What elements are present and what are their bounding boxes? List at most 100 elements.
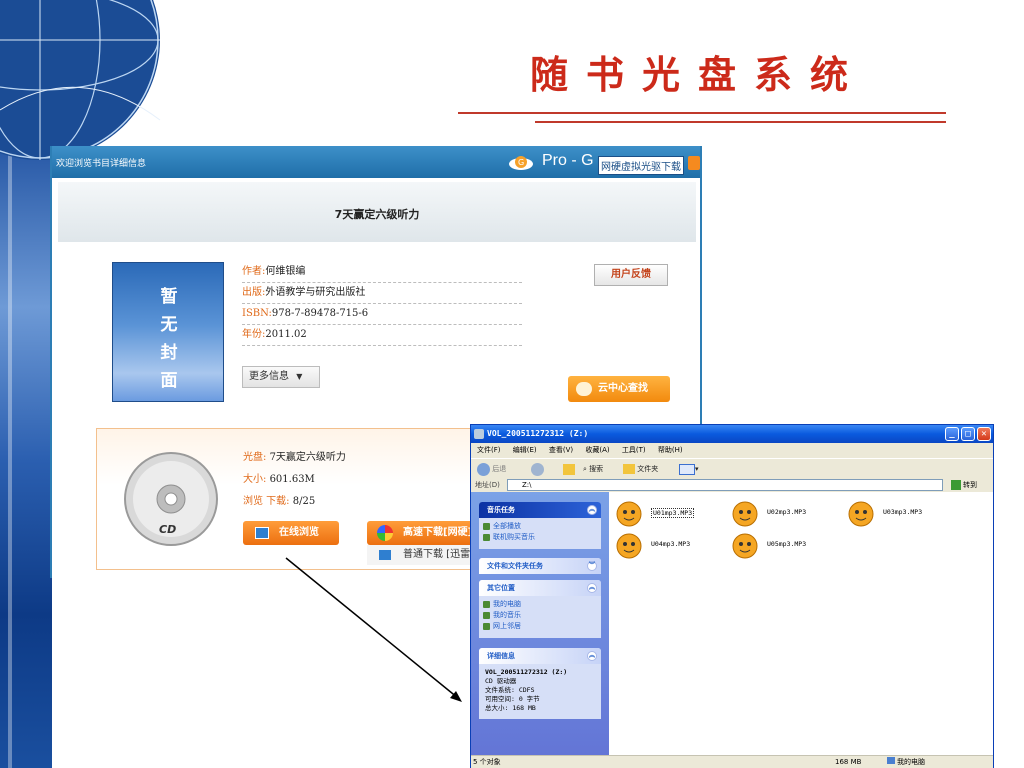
menu-bar: 文件(F) 编辑(E) 查看(V) 收藏(A) 工具(T) 帮助(H) xyxy=(471,443,993,458)
fast-download-icon xyxy=(377,525,393,541)
mp3-file-icon xyxy=(732,501,758,527)
file-item[interactable]: U05mp3.MP3 xyxy=(731,532,851,562)
info-value: 何维银编 xyxy=(265,266,306,277)
close-button[interactable]: ✕ xyxy=(977,427,991,441)
more-info-button[interactable]: 更多信息 ▼ xyxy=(242,366,320,388)
disc-key: 浏览 下载: xyxy=(243,496,290,507)
fast-download-button[interactable]: 高速下载[网硬] xyxy=(367,521,487,545)
views-icon xyxy=(679,463,695,475)
details-line: 文件系统: CDFS xyxy=(485,686,535,694)
cover-char: 无 xyxy=(160,315,178,335)
slide-title: 随书光盘系统 xyxy=(530,52,867,97)
collapse-icon[interactable]: ︽ xyxy=(587,651,597,661)
online-browse-label: 在线浏览 xyxy=(279,527,319,538)
book-info-list: 作者:何维银编 出版:外语教学与研究出版社 ISBN:978-7-89478-7… xyxy=(242,262,522,346)
folder-icon xyxy=(623,464,635,474)
info-value: 978-7-89478-715-6 xyxy=(271,308,369,319)
other-places-header[interactable]: 其它位置 ︽ xyxy=(479,580,601,596)
details-line: CD 驱动器 xyxy=(485,677,517,685)
chevron-down-icon: ▼ xyxy=(296,372,303,381)
mp3-file-icon xyxy=(616,533,642,559)
file-name: U02mp3.MP3 xyxy=(767,508,807,516)
file-item[interactable]: U04mp3.MP3 xyxy=(615,532,735,562)
title-underline-2 xyxy=(535,121,946,123)
file-name: U05mp3.MP3 xyxy=(767,540,807,548)
music-tasks-title: 音乐任务 xyxy=(487,506,515,514)
file-item[interactable]: U02mp3.MP3 xyxy=(731,500,851,530)
svg-text:G: G xyxy=(518,158,524,167)
menu-tools[interactable]: 工具(T) xyxy=(622,446,646,454)
virtual-drive-download-link[interactable]: 网硬虚拟光驱下载 xyxy=(598,156,684,175)
address-field[interactable]: Z:\ xyxy=(507,479,943,491)
views-button[interactable]: ▾ xyxy=(679,462,699,476)
info-year: 年份:2011.02 xyxy=(242,325,522,346)
disc-value: 7天赢定六级听力 xyxy=(269,452,346,463)
network-places-link[interactable]: 网上邻居 xyxy=(479,621,601,632)
cover-char: 封 xyxy=(160,343,178,363)
menu-favorites[interactable]: 收藏(A) xyxy=(585,446,609,454)
info-publisher: 出版:外语教学与研究出版社 xyxy=(242,283,522,304)
computer-icon xyxy=(887,757,895,764)
file-tasks-title: 文件和文件夹任务 xyxy=(487,562,543,570)
buy-music-online-link[interactable]: 联机购买音乐 xyxy=(479,532,601,543)
file-tasks-header[interactable]: 文件和文件夹任务 ︾ xyxy=(479,558,601,574)
collapse-icon[interactable]: ︽ xyxy=(587,505,597,515)
disc-name-row: 光盘: 7天赢定六级听力 xyxy=(243,447,483,469)
menu-file[interactable]: 文件(F) xyxy=(477,446,501,454)
file-name: U03mp3.MP3 xyxy=(883,508,923,516)
info-author: 作者:何维银编 xyxy=(242,262,522,283)
menu-help[interactable]: 帮助(H) xyxy=(658,446,683,454)
menu-view[interactable]: 查看(V) xyxy=(549,446,573,454)
online-browse-button[interactable]: 在线浏览 xyxy=(243,521,339,545)
download-icon[interactable] xyxy=(688,156,700,170)
details-title: 详细信息 xyxy=(487,652,515,660)
explorer-toolbar: 后退 ⌕ 搜索 文件夹 ▾ xyxy=(471,458,993,478)
book-cover-placeholder: 暂 无 封 面 xyxy=(112,262,224,402)
window-title: VOL_200511272312 (Z:) xyxy=(487,429,589,438)
details-name: VOL_200511272312 (Z:) xyxy=(485,668,568,676)
play-all-link[interactable]: 全部播放 xyxy=(479,521,601,532)
search-button[interactable]: ⌕ 搜索 xyxy=(583,462,603,476)
status-size: 168 MB xyxy=(835,758,862,766)
search-label: 搜索 xyxy=(589,465,604,473)
up-folder-button[interactable] xyxy=(563,462,575,476)
my-computer-link[interactable]: 我的电脑 xyxy=(479,599,601,610)
cover-char: 面 xyxy=(160,371,178,391)
info-key: ISBN: xyxy=(242,308,272,319)
file-item[interactable]: U01mp3.MP3 xyxy=(615,500,735,530)
details-body: VOL_200511272312 (Z:) CD 驱动器 文件系统: CDFS … xyxy=(479,664,601,719)
details-header[interactable]: 详细信息 ︽ xyxy=(479,648,601,664)
menu-edit[interactable]: 编辑(E) xyxy=(513,446,537,454)
welcome-text: 欢迎浏览书目详细信息 xyxy=(56,159,147,169)
disc-value: 601.63M xyxy=(269,474,315,485)
cloud-icon xyxy=(576,382,592,396)
cd-disc-icon: CD xyxy=(124,452,218,546)
maximize-button[interactable]: □ xyxy=(961,427,975,441)
details-line: 总大小: 168 MB xyxy=(485,704,536,712)
disc-stats-row: 浏览 下载: 8/25 xyxy=(243,491,483,513)
task-pane: 音乐任务 ︽ 全部播放 联机购买音乐 文件和文件夹任务 ︾ 其它位置 ︽ 我的电脑 我… xyxy=(471,492,609,755)
explorer-window: VOL_200511272312 (Z:) _ □ ✕ 文件(F) 编辑(E) … xyxy=(470,424,994,768)
file-name: U04mp3.MP3 xyxy=(651,540,691,548)
user-feedback-button[interactable]: 用户反馈 xyxy=(594,264,668,286)
collapse-icon[interactable]: ︽ xyxy=(587,583,597,593)
minimize-button[interactable]: _ xyxy=(945,427,959,441)
back-button[interactable]: 后退 xyxy=(477,462,506,476)
back-arrow-icon xyxy=(477,462,490,476)
explorer-title-bar[interactable]: VOL_200511272312 (Z:) _ □ ✕ xyxy=(471,425,993,443)
go-button[interactable]: 转到 xyxy=(951,479,989,491)
cover-char: 暂 xyxy=(160,287,178,307)
expand-icon[interactable]: ︾ xyxy=(587,561,597,571)
forward-arrow-icon xyxy=(531,462,544,476)
info-key: 出版: xyxy=(242,287,266,298)
file-item[interactable]: U03mp3.MP3 xyxy=(847,500,967,530)
up-folder-icon xyxy=(563,463,575,475)
music-tasks-header[interactable]: 音乐任务 ︽ xyxy=(479,502,601,518)
cloud-search-button[interactable]: 云中心查找 xyxy=(568,376,670,402)
disc-key: 光盘: xyxy=(243,452,267,463)
folders-button[interactable]: 文件夹 xyxy=(623,462,658,476)
more-info-label: 更多信息 xyxy=(249,371,289,382)
forward-button[interactable] xyxy=(531,462,544,476)
file-tasks-panel: 文件和文件夹任务 ︾ xyxy=(479,558,601,574)
my-music-link[interactable]: 我的音乐 xyxy=(479,610,601,621)
